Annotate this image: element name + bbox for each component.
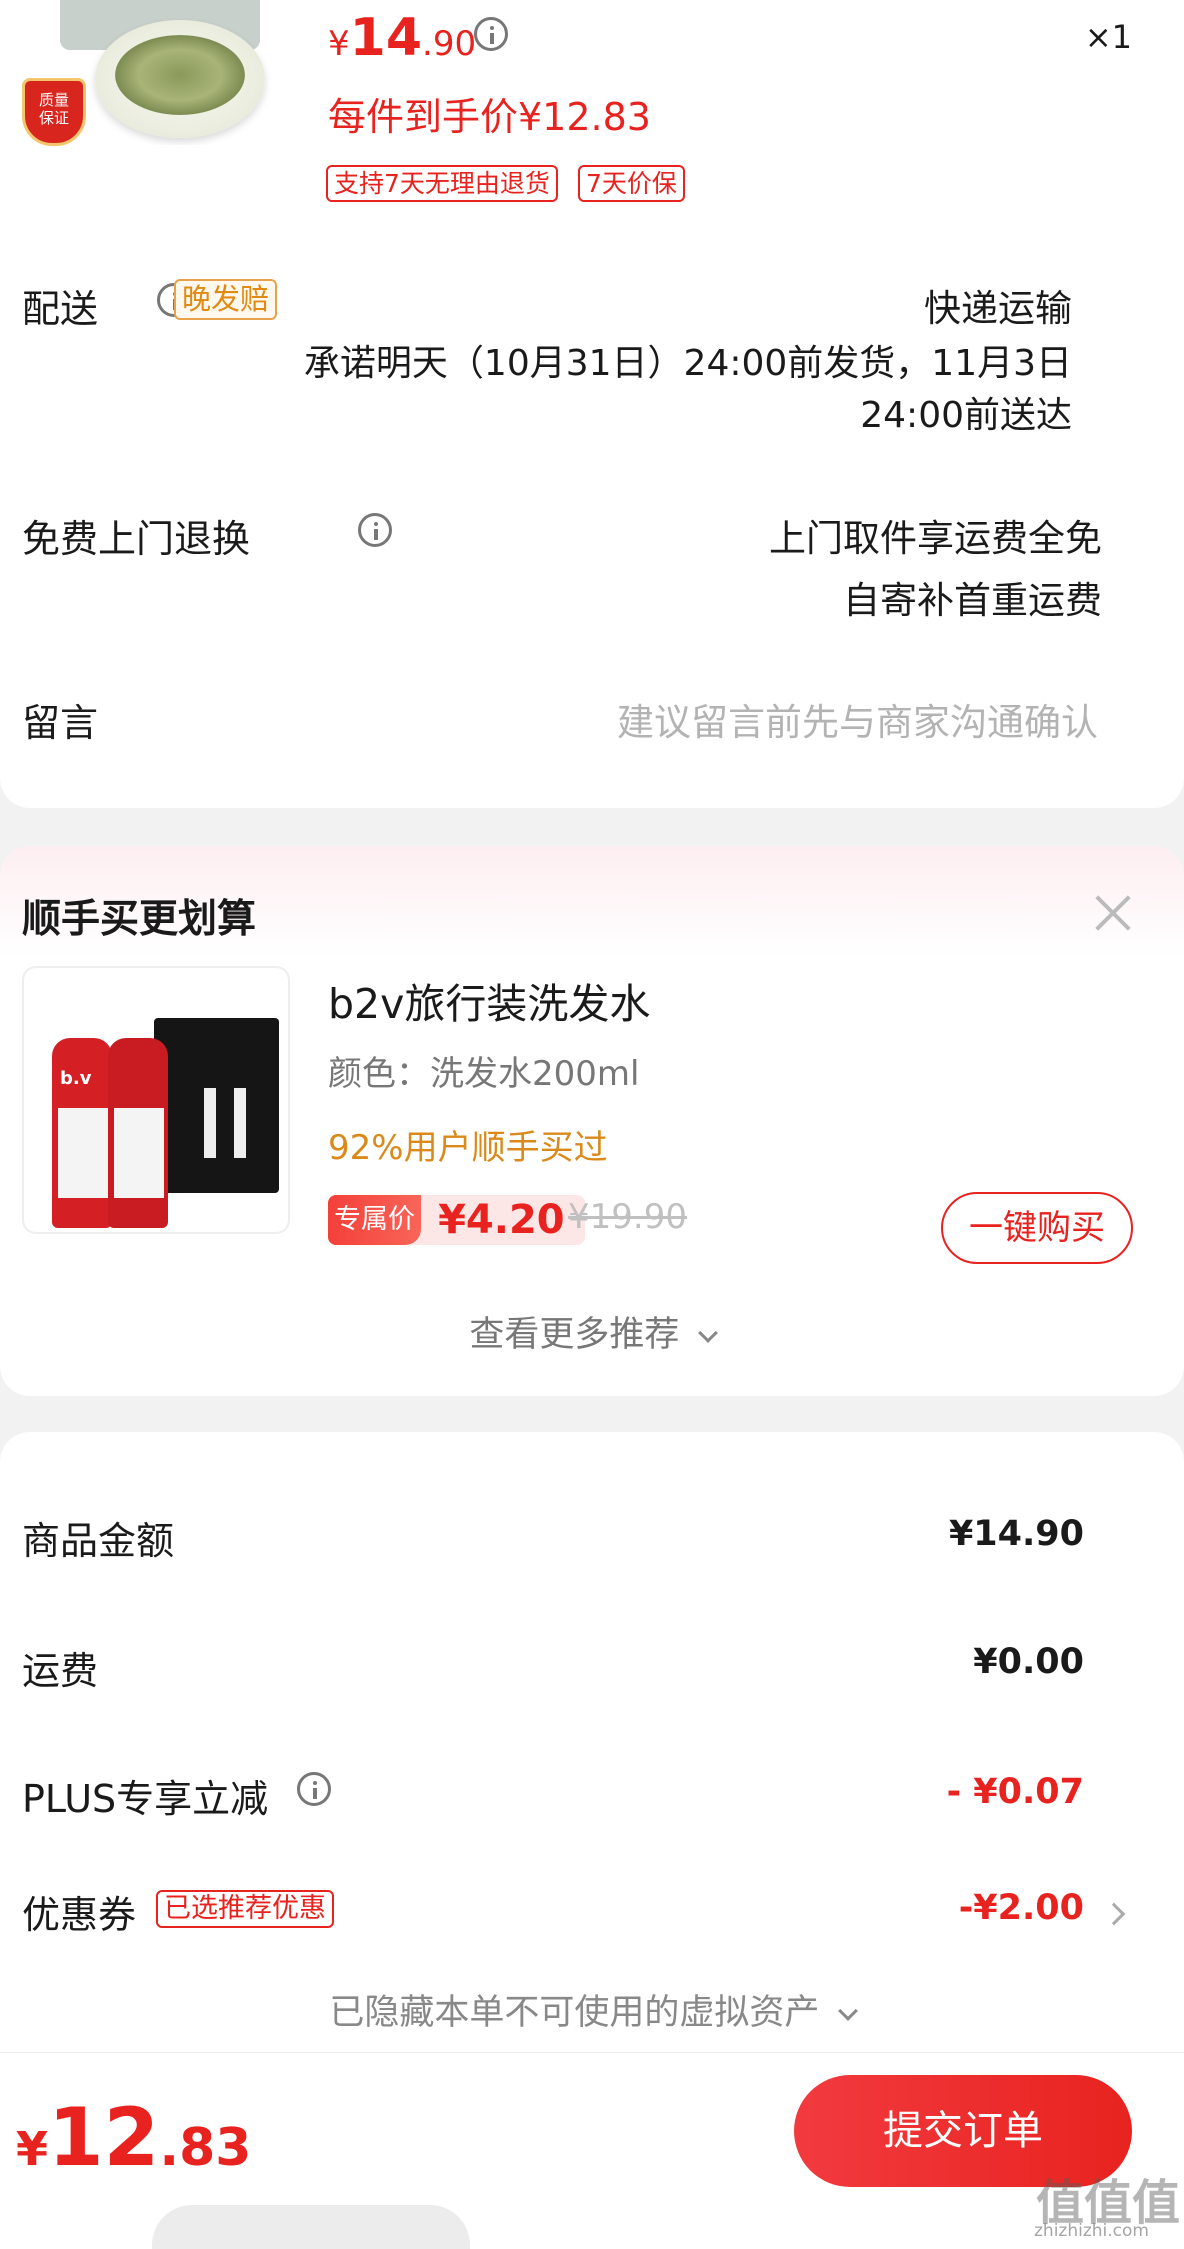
addon-title: 顺手买更划算	[22, 897, 257, 942]
price-symbol: ¥	[328, 24, 350, 64]
exclusive-price-badge: 专属价	[328, 1195, 421, 1245]
total-price: ¥12.83	[16, 2091, 251, 2184]
summary-plus-label: PLUS专享立减	[22, 1777, 269, 1821]
message-label: 留言	[22, 701, 99, 745]
price-info-icon[interactable]	[474, 17, 508, 51]
badge-line-2: 保证	[38, 109, 69, 127]
summary-shipping-value: ¥0.00	[973, 1642, 1084, 1682]
product-price: ¥14.90	[328, 8, 476, 68]
see-more-label: 查看更多推荐	[469, 1315, 680, 1355]
addon-social-proof: 92%用户顺手买过	[328, 1128, 608, 1168]
summary-coupon-label[interactable]: 优惠券	[22, 1884, 136, 1939]
summary-goods-label: 商品金额	[22, 1519, 175, 1563]
summary-plus-value: - ¥0.07	[946, 1772, 1084, 1812]
total-symbol: ¥	[16, 2122, 49, 2176]
return-policy-tag: 支持7天无理由退货	[326, 165, 558, 202]
hidden-assets-label: 已隐藏本单不可使用的虚拟资产	[329, 1993, 820, 2033]
free-return-label: 免费上门退换	[22, 517, 251, 561]
return-line1: 上门取件享运费全免	[769, 517, 1102, 560]
price-int: 14	[349, 8, 423, 68]
addon-spec: 颜色：洗发水200ml	[328, 1054, 640, 1094]
summary-coupon-value[interactable]: -¥2.00	[959, 1888, 1084, 1928]
return-line2: 自寄补首重运费	[843, 579, 1102, 622]
total-dec: .83	[159, 2118, 252, 2178]
delivery-promise-line2: 24:00前送达	[860, 395, 1072, 436]
delivery-method[interactable]: 快递运输	[924, 278, 1072, 332]
addon-original-price: ¥19.90	[568, 1197, 687, 1237]
price-dec: .90	[422, 24, 477, 64]
chevron-down-icon	[837, 2001, 858, 2021]
late-ship-badge: 晚发赔	[174, 279, 278, 320]
addon-price-block: 专属价 ¥4.20	[328, 1195, 585, 1245]
addon-price: ¥4.20	[438, 1197, 565, 1243]
quality-badge-icon: 质量 保证	[22, 78, 86, 146]
price-protect-tag: 7天价保	[578, 165, 685, 202]
hidden-assets-toggle[interactable]: 已隐藏本单不可使用的虚拟资产	[0, 1984, 1184, 2035]
bottle-brand-label: b.v	[60, 1068, 92, 1089]
recommended-coupon-badge: 已选推荐优惠	[156, 1890, 334, 1928]
badge-line-1: 质量	[38, 91, 69, 109]
checkout-bar: ¥12.83 提交订单 值值值 zhizhizhi.com	[0, 2052, 1184, 2249]
summary-shipping-label: 运费	[22, 1649, 99, 1693]
delivery-label: 配送	[22, 287, 99, 331]
home-indicator-bar	[152, 2205, 470, 2249]
summary-card: 商品金额 ¥14.90 运费 ¥0.00 PLUS专享立减 - ¥0.07 优惠…	[0, 1432, 1184, 2052]
see-more-recommendations[interactable]: 查看更多推荐	[0, 1306, 1184, 1357]
watermark-url: zhizhizhi.com	[1034, 2221, 1149, 2241]
chevron-down-icon	[697, 1323, 718, 1343]
final-price: 每件到手价¥12.83	[328, 95, 651, 139]
plus-info-icon[interactable]	[297, 1772, 331, 1806]
addon-product-image[interactable]: b.v	[22, 966, 290, 1234]
coupon-chevron-right-icon[interactable]	[1102, 1902, 1126, 1926]
message-input[interactable]: 建议留言前先与商家沟通确认	[617, 692, 1098, 746]
addon-card: 顺手买更划算 b.v b2v旅行装洗发水 颜色：洗发水200ml 92%用户顺手…	[0, 846, 1184, 1396]
delivery-promise-line1: 承诺明天（10月31日）24:00前发货，11月3日	[303, 343, 1072, 384]
quantity: ×1	[1084, 18, 1132, 56]
addon-product-name[interactable]: b2v旅行装洗发水	[328, 970, 650, 1030]
order-item-card: 质量 保证 ¥14.90 ×1 每件到手价¥12.83 支持7天无理由退货 7天…	[0, 0, 1184, 808]
one-click-buy-button[interactable]: 一键购买	[941, 1192, 1133, 1264]
close-icon[interactable]	[1092, 892, 1134, 934]
return-info-icon[interactable]	[358, 513, 393, 547]
total-int: 12	[48, 2091, 160, 2184]
summary-goods-value: ¥14.90	[948, 1514, 1084, 1554]
